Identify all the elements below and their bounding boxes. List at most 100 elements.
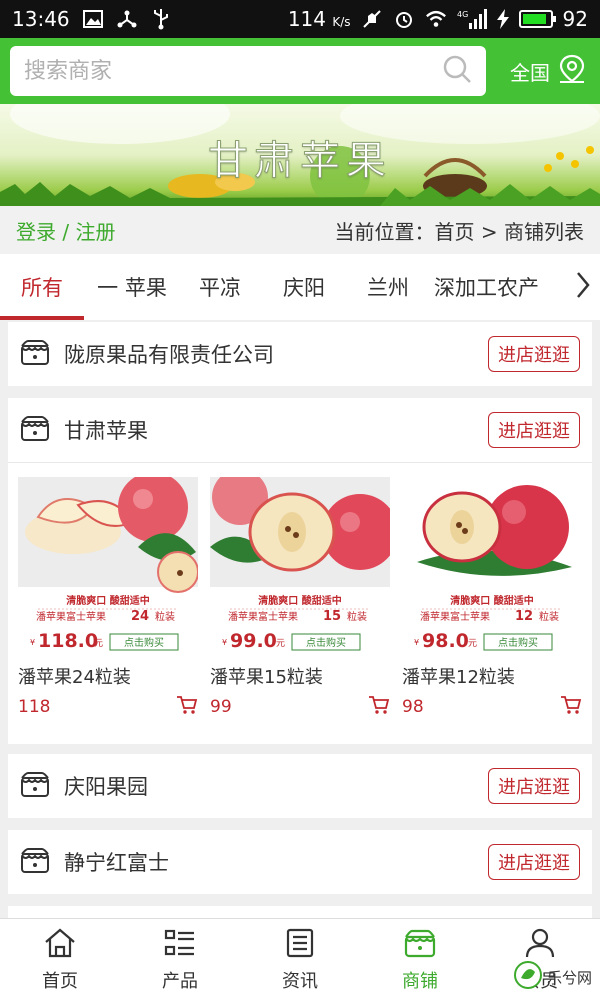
usb-icon bbox=[150, 8, 172, 30]
store-name: 静宁红富士 bbox=[64, 851, 169, 875]
svg-text:4G: 4G bbox=[457, 10, 468, 19]
login-register-link[interactable]: 登录 / 注册 bbox=[16, 216, 115, 245]
signal-icon: 4G bbox=[457, 8, 487, 30]
product-name[interactable]: 潘苹果12粒装 bbox=[402, 663, 582, 689]
product-price: 98 bbox=[402, 697, 424, 717]
svg-text:潘苹果富士苹果: 潘苹果富士苹果 bbox=[228, 610, 298, 623]
tabbar-label: 首页 bbox=[42, 970, 78, 992]
product-image[interactable]: 清脆爽口 酸甜适中 潘苹果富士苹果 24 粒装 ¥ 118.0 元 点击购买 bbox=[18, 477, 198, 657]
svg-text:粒装: 粒装 bbox=[155, 610, 175, 623]
store-card: 甘肃苹果 进店逛逛 清脆爽口 酸甜适中 潘苹果富士苹果 24 粒装 ¥ 118.… bbox=[8, 398, 592, 744]
svg-text:元: 元 bbox=[276, 639, 285, 649]
battery-percent: 92 bbox=[562, 7, 588, 31]
product-name[interactable]: 潘苹果15粒装 bbox=[210, 663, 390, 689]
product-item[interactable]: 清脆爽口 酸甜适中 潘苹果富士苹果 12 粒装 ¥ 98.0 元 点击购买 潘苹… bbox=[396, 477, 588, 719]
svg-text:99.0: 99.0 bbox=[230, 630, 277, 652]
watermark: 乐兮网 bbox=[513, 960, 592, 994]
location-pin-icon bbox=[558, 54, 586, 89]
product-list: 清脆爽口 酸甜适中 潘苹果富士苹果 24 粒装 ¥ 118.0 元 点击购买 潘… bbox=[8, 463, 592, 719]
watermark-text: 乐兮网 bbox=[546, 968, 592, 987]
mute-icon bbox=[361, 8, 383, 30]
tabbar-home[interactable]: 首页 bbox=[0, 919, 120, 1000]
watermark-logo-icon bbox=[513, 960, 543, 994]
store-name: 甘肃苹果 bbox=[64, 419, 148, 443]
charging-icon bbox=[496, 8, 509, 30]
svg-text:潘苹果富士苹果: 潘苹果富士苹果 bbox=[36, 610, 106, 623]
share-icon bbox=[116, 8, 138, 30]
tabbar-news[interactable]: 资讯 bbox=[240, 919, 360, 1000]
chevron-right-icon bbox=[575, 271, 591, 303]
shop-icon bbox=[20, 414, 50, 446]
tab-all[interactable]: 所有 bbox=[0, 254, 84, 320]
status-bar: 13:46 114 K/s 4G 92 bbox=[0, 0, 600, 38]
tabbar-products[interactable]: 产品 bbox=[120, 919, 240, 1000]
battery-icon bbox=[518, 10, 556, 28]
category-tabs: 所有 一 苹果 平凉 庆阳 兰州 深加工农产 bbox=[0, 254, 600, 320]
search-input[interactable] bbox=[24, 58, 442, 84]
svg-text:15: 15 bbox=[323, 609, 341, 624]
tab-qingyang[interactable]: 庆阳 bbox=[260, 254, 348, 320]
svg-text:点击购买: 点击购买 bbox=[306, 636, 346, 649]
store-card: 静宁红富士 进店逛逛 bbox=[8, 830, 592, 894]
shop-icon bbox=[20, 770, 50, 802]
enter-store-button[interactable]: 进店逛逛 bbox=[488, 844, 580, 880]
shop-icon bbox=[20, 846, 50, 878]
svg-text:清脆爽口 酸甜适中: 清脆爽口 酸甜适中 bbox=[258, 594, 341, 607]
wifi-icon bbox=[425, 8, 447, 30]
product-image[interactable]: 清脆爽口 酸甜适中 潘苹果富士苹果 15 粒装 ¥ 99.0 元 点击购买 bbox=[210, 477, 390, 657]
product-image[interactable]: 清脆爽口 酸甜适中 潘苹果富士苹果 12 粒装 ¥ 98.0 元 点击购买 bbox=[402, 477, 582, 657]
status-time: 13:46 bbox=[12, 7, 70, 31]
search-box[interactable] bbox=[10, 46, 486, 96]
region-selector[interactable]: 全国 bbox=[510, 54, 590, 89]
product-price: 99 bbox=[210, 697, 232, 717]
network-speed: 114 K/s bbox=[287, 7, 351, 31]
store-card: 陇原果品有限责任公司 进店逛逛 bbox=[8, 322, 592, 386]
header: 全国 bbox=[0, 38, 600, 104]
svg-text:118.0: 118.0 bbox=[38, 630, 98, 652]
cart-icon[interactable] bbox=[560, 695, 582, 719]
tab-lanzhou[interactable]: 兰州 bbox=[348, 254, 428, 320]
svg-text:12: 12 bbox=[515, 609, 533, 624]
breadcrumb: 当前位置：首页 > 商铺列表 bbox=[334, 219, 584, 244]
svg-text:粒装: 粒装 bbox=[347, 610, 367, 623]
search-icon[interactable] bbox=[442, 54, 472, 88]
svg-text:清脆爽口 酸甜适中: 清脆爽口 酸甜适中 bbox=[66, 594, 149, 607]
store-card-partial bbox=[8, 906, 592, 918]
svg-text:24: 24 bbox=[131, 609, 149, 624]
banner-title: 甘肃苹果 bbox=[208, 138, 392, 185]
product-item[interactable]: 清脆爽口 酸甜适中 潘苹果富士苹果 15 粒装 ¥ 99.0 元 点击购买 潘苹… bbox=[204, 477, 396, 719]
svg-text:潘苹果富士苹果: 潘苹果富士苹果 bbox=[420, 610, 490, 623]
alarm-icon bbox=[393, 8, 415, 30]
svg-text:粒装: 粒装 bbox=[539, 610, 559, 623]
bottom-tab-bar: 首页 产品 资讯 商铺 会员 bbox=[0, 918, 600, 1000]
store-name: 庆阳果园 bbox=[64, 775, 148, 799]
cart-icon[interactable] bbox=[176, 695, 198, 719]
enter-store-button[interactable]: 进店逛逛 bbox=[488, 768, 580, 804]
shop-icon bbox=[403, 928, 437, 963]
svg-text:点击购买: 点击购买 bbox=[124, 636, 164, 649]
product-item[interactable]: 清脆爽口 酸甜适中 潘苹果富士苹果 24 粒装 ¥ 118.0 元 点击购买 潘… bbox=[12, 477, 204, 719]
tab-apple[interactable]: 一 苹果 bbox=[84, 254, 180, 320]
svg-text:元: 元 bbox=[468, 639, 477, 649]
tabs-scroll-right-button[interactable] bbox=[566, 254, 600, 320]
tabbar-label: 商铺 bbox=[402, 970, 438, 992]
news-icon bbox=[283, 928, 317, 963]
tabbar-label: 资讯 bbox=[282, 970, 318, 992]
tabbar-shops[interactable]: 商铺 bbox=[360, 919, 480, 1000]
svg-text:点击购买: 点击购买 bbox=[498, 636, 538, 649]
svg-text:元: 元 bbox=[94, 639, 103, 649]
enter-store-button[interactable]: 进店逛逛 bbox=[488, 336, 580, 372]
tabbar-label: 产品 bbox=[162, 970, 198, 992]
cart-icon[interactable] bbox=[368, 695, 390, 719]
tab-pingliang[interactable]: 平凉 bbox=[180, 254, 260, 320]
product-name[interactable]: 潘苹果24粒装 bbox=[18, 663, 198, 689]
region-label: 全国 bbox=[510, 60, 550, 85]
banner: 甘肃苹果 bbox=[0, 104, 600, 206]
home-icon bbox=[43, 928, 77, 963]
svg-text:98.0: 98.0 bbox=[422, 630, 469, 652]
svg-text:¥: ¥ bbox=[222, 638, 227, 647]
image-icon bbox=[82, 8, 104, 30]
breadcrumb-bar: 登录 / 注册 当前位置：首页 > 商铺列表 bbox=[0, 206, 600, 254]
tab-processed-products[interactable]: 深加工农产 bbox=[428, 254, 548, 320]
enter-store-button[interactable]: 进店逛逛 bbox=[488, 412, 580, 448]
